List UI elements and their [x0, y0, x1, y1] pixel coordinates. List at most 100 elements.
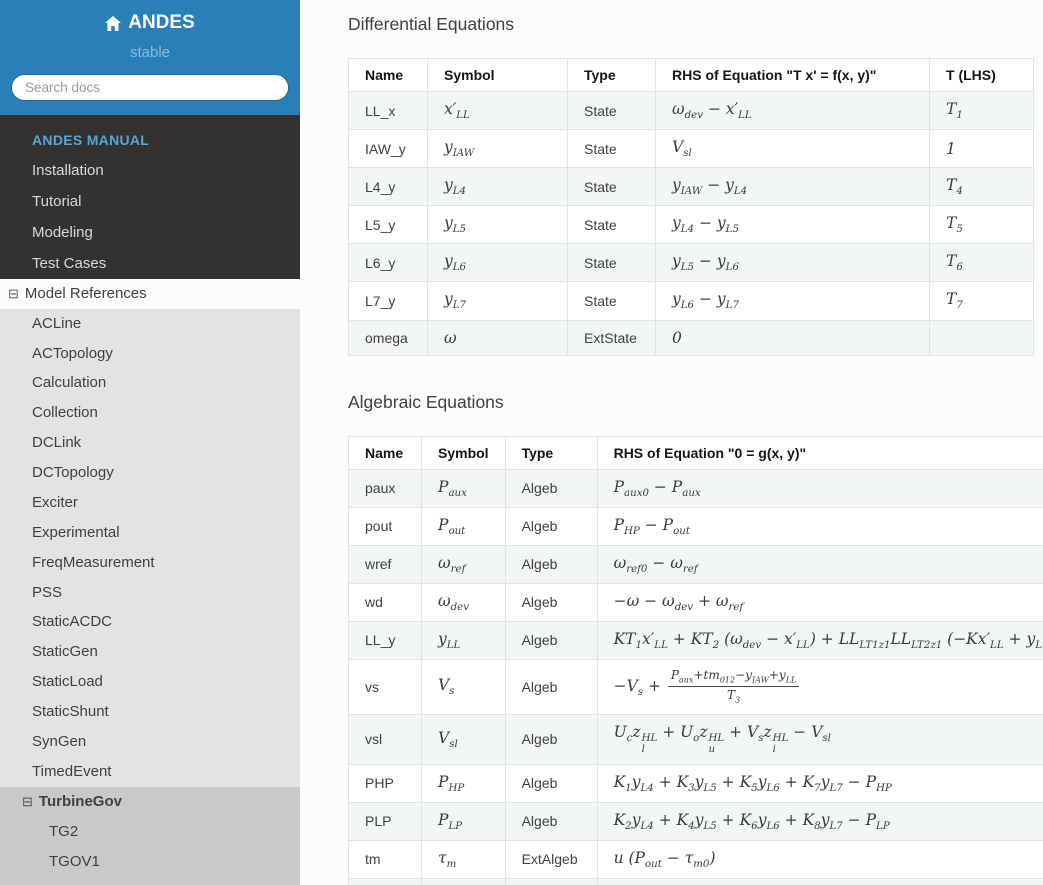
sidebar-item-collection[interactable]: Collection: [0, 398, 300, 428]
table-header-row: Name Symbol Type RHS of Equation "T x' =…: [348, 58, 1034, 92]
sidebar-item-installation[interactable]: Installation: [0, 155, 300, 186]
math-expression: yLL: [438, 629, 461, 652]
sidebar-item-freqmeasurement[interactable]: FreqMeasurement: [0, 548, 300, 578]
table-row: PLP PLP Algeb K2yL4 + K4yL5 + K6yL6 + K8yL7…: [348, 801, 1043, 841]
nav-item: Modeling: [0, 217, 300, 248]
cell-type: Algeb: [504, 659, 598, 715]
main-content: Differential Equations Name Symbol Type …: [300, 0, 1043, 885]
cell-rhs: uzsyn2 (PLP − τm02): [596, 877, 1043, 885]
math-expression: Paux: [438, 477, 467, 499]
col-header-symbol: Symbol: [427, 58, 568, 92]
nav-item: SynGen: [0, 727, 300, 757]
sidebar-item-tutorial[interactable]: Tutorial: [0, 186, 300, 217]
sidebar-item-model-references[interactable]: ⊟ Model References: [0, 278, 300, 309]
nav-item: Test Cases: [0, 248, 300, 279]
sidebar-item-acline[interactable]: ACLine: [0, 309, 300, 339]
sidebar-item-modeling[interactable]: Modeling: [0, 217, 300, 248]
logo-link[interactable]: ANDES: [105, 12, 195, 34]
math-expression: yL7: [444, 290, 467, 312]
sidebar-item-dclink[interactable]: DCLink: [0, 428, 300, 458]
differential-equations-title: Differential Equations: [348, 14, 515, 34]
cell-rhs: K2yL4 + K4yL5 + K6yL6 + K8yL7 − PLP: [596, 801, 1043, 841]
collapse-icon[interactable]: ⊟: [8, 286, 19, 302]
cell-t: [929, 319, 1034, 356]
sidebar-link-turbinegov[interactable]: TurbineGov: [39, 793, 122, 810]
nav-item: Exciter: [0, 488, 300, 518]
cell-symbol: ω: [427, 319, 568, 356]
sidebar-item-experimental[interactable]: Experimental: [0, 518, 300, 548]
sidebar-item-tgov1[interactable]: TGOV1: [0, 846, 300, 876]
model-references-children: ACLine ACTopology Calculation Collection DCL…: [0, 308, 300, 787]
cell-rhs: ωref0 − ωref: [596, 544, 1043, 584]
cell-rhs: yL6 − yL7: [655, 281, 930, 321]
sidebar-item-dctopology[interactable]: DCTopology: [0, 458, 300, 488]
table-row: wref ωref Algeb ωref0 − ωref: [348, 544, 1043, 584]
version-label: stable: [129, 43, 171, 61]
cell-rhs: 0: [655, 319, 930, 356]
math-expression: yIAW − yL4: [672, 176, 748, 198]
turbinegov-section: ⊟ TurbineGov TG2TGOV1IEEEG1: [0, 786, 300, 885]
search-input[interactable]: [11, 73, 289, 101]
table-row: tm2τm2ExtAlgebuzsyn2 (PLP − τm02): [348, 877, 1043, 885]
table-row: L5_y yL5 State yL4 − yL5 T5: [348, 205, 1034, 245]
cell-rhs: KT1x′LL + KT2 (ωdev − x′LL) + LLLT1z1LLL…: [596, 620, 1043, 661]
nav-caption: ANDES MANUAL: [32, 131, 150, 148]
col-header-symbol: Symbol: [421, 435, 506, 470]
cell-name: L4_y: [348, 167, 428, 207]
sidebar-item-timedevent[interactable]: TimedEvent: [0, 757, 300, 787]
sidebar-item-turbinegov[interactable]: ⊟ TurbineGov: [0, 787, 300, 817]
cell-type: Algeb: [504, 506, 598, 546]
sidebar-link-model-references[interactable]: Model References: [25, 285, 147, 302]
sidebar-item-actopology[interactable]: ACTopology: [0, 338, 300, 368]
table-row: omega ω ExtState 0: [348, 319, 1034, 356]
sidebar-item-exciter[interactable]: Exciter: [0, 488, 300, 518]
cell-type: State: [567, 90, 656, 131]
sidebar-item-staticacdc[interactable]: StaticACDC: [0, 607, 300, 637]
differential-equations-table: Name Symbol Type RHS of Equation "T x' =…: [348, 58, 1034, 356]
nav-item: IEEEG1: [0, 876, 300, 885]
math-expression: Vsl: [438, 728, 458, 750]
algebraic-equations-table: Name Symbol Type RHS of Equation "0 = g(…: [348, 435, 1043, 885]
cell-type: State: [567, 205, 656, 245]
cell-t: T5: [929, 205, 1034, 245]
nav-item: Tutorial: [0, 186, 300, 217]
col-header-rhs: RHS of Equation "T x' = f(x, y)": [655, 58, 930, 92]
math-expression: −ω − ωdev + ωref: [613, 591, 744, 613]
cell-rhs: ωdev − x′LL: [655, 90, 930, 131]
math-expression: 0: [672, 328, 682, 347]
col-header-t-lhs: T (LHS): [929, 58, 1034, 92]
math-expression: ω: [444, 328, 457, 347]
cell-type: Algeb: [504, 544, 598, 584]
table-row: tm τm ExtAlgeb u (Pout − τm0): [348, 839, 1043, 879]
sidebar-item-staticload[interactable]: StaticLoad: [0, 667, 300, 697]
cell-type: State: [567, 281, 656, 321]
sidebar-item-staticgen[interactable]: StaticGen: [0, 637, 300, 667]
math-expression: ωdev − x′LL: [672, 100, 752, 122]
math-expression: τm: [438, 848, 457, 870]
cell-name: omega: [348, 319, 428, 356]
sidebar-item-tg2[interactable]: TG2: [0, 817, 300, 847]
turbinegov-children: TG2TGOV1IEEEG1: [0, 817, 300, 885]
nav-item: ACLine: [0, 309, 300, 339]
sidebar-item-ieeeg1[interactable]: IEEEG1: [0, 876, 300, 885]
math-expression: yL6 − yL7: [672, 290, 739, 312]
cell-name: wd: [348, 582, 422, 622]
math-expression: ωref0 − ωref: [613, 553, 698, 575]
sidebar-item-calculation[interactable]: Calculation: [0, 368, 300, 398]
sidebar-item-pss[interactable]: PSS: [0, 577, 300, 607]
sidebar-item-staticshunt[interactable]: StaticShunt: [0, 697, 300, 727]
sidebar-item-test-cases[interactable]: Test Cases: [0, 248, 300, 279]
nav-item: ACTopology: [0, 338, 300, 368]
table-scroll-container: Name Symbol Type RHS of Equation "0 = g(…: [348, 435, 1043, 885]
cell-symbol: yL7: [427, 281, 568, 321]
cell-t: T6: [929, 243, 1034, 283]
sidebar-item-syngen[interactable]: SynGen: [0, 727, 300, 757]
collapse-icon[interactable]: ⊟: [22, 794, 33, 810]
cell-type: Algeb: [504, 763, 598, 803]
cell-symbol: PLP: [421, 801, 506, 841]
cell-rhs: yL4 − yL5: [655, 205, 930, 245]
math-expression: u (Pout − τm0): [613, 848, 716, 870]
cell-name: pout: [348, 506, 422, 546]
math-expression: T6: [946, 252, 963, 274]
cell-t: T4: [929, 167, 1034, 207]
